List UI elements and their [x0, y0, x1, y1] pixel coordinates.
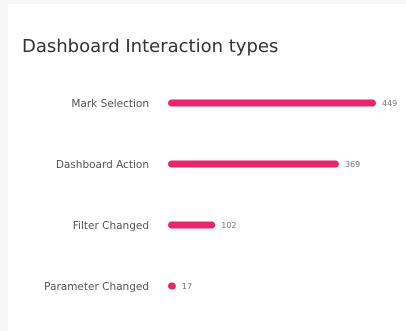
bar-mark[interactable]: [168, 160, 339, 168]
value-label: 369: [345, 160, 360, 169]
bar-mark[interactable]: [168, 282, 176, 290]
bars-layer: Mark Selection 449 Dashboard Action 369 Filt…: [44, 98, 397, 293]
bar-mark[interactable]: [168, 99, 376, 107]
value-label: 449: [382, 99, 397, 108]
value-label: 102: [221, 221, 236, 230]
bar-mark[interactable]: [168, 221, 216, 229]
category-label: Mark Selection: [71, 98, 149, 110]
category-label: Parameter Changed: [44, 281, 149, 293]
bar-chart: Mark Selection 449 Dashboard Action 369 Filt…: [44, 98, 397, 293]
category-label: Filter Changed: [73, 220, 149, 232]
value-label: 17: [182, 282, 192, 291]
category-label: Dashboard Action: [56, 159, 149, 171]
